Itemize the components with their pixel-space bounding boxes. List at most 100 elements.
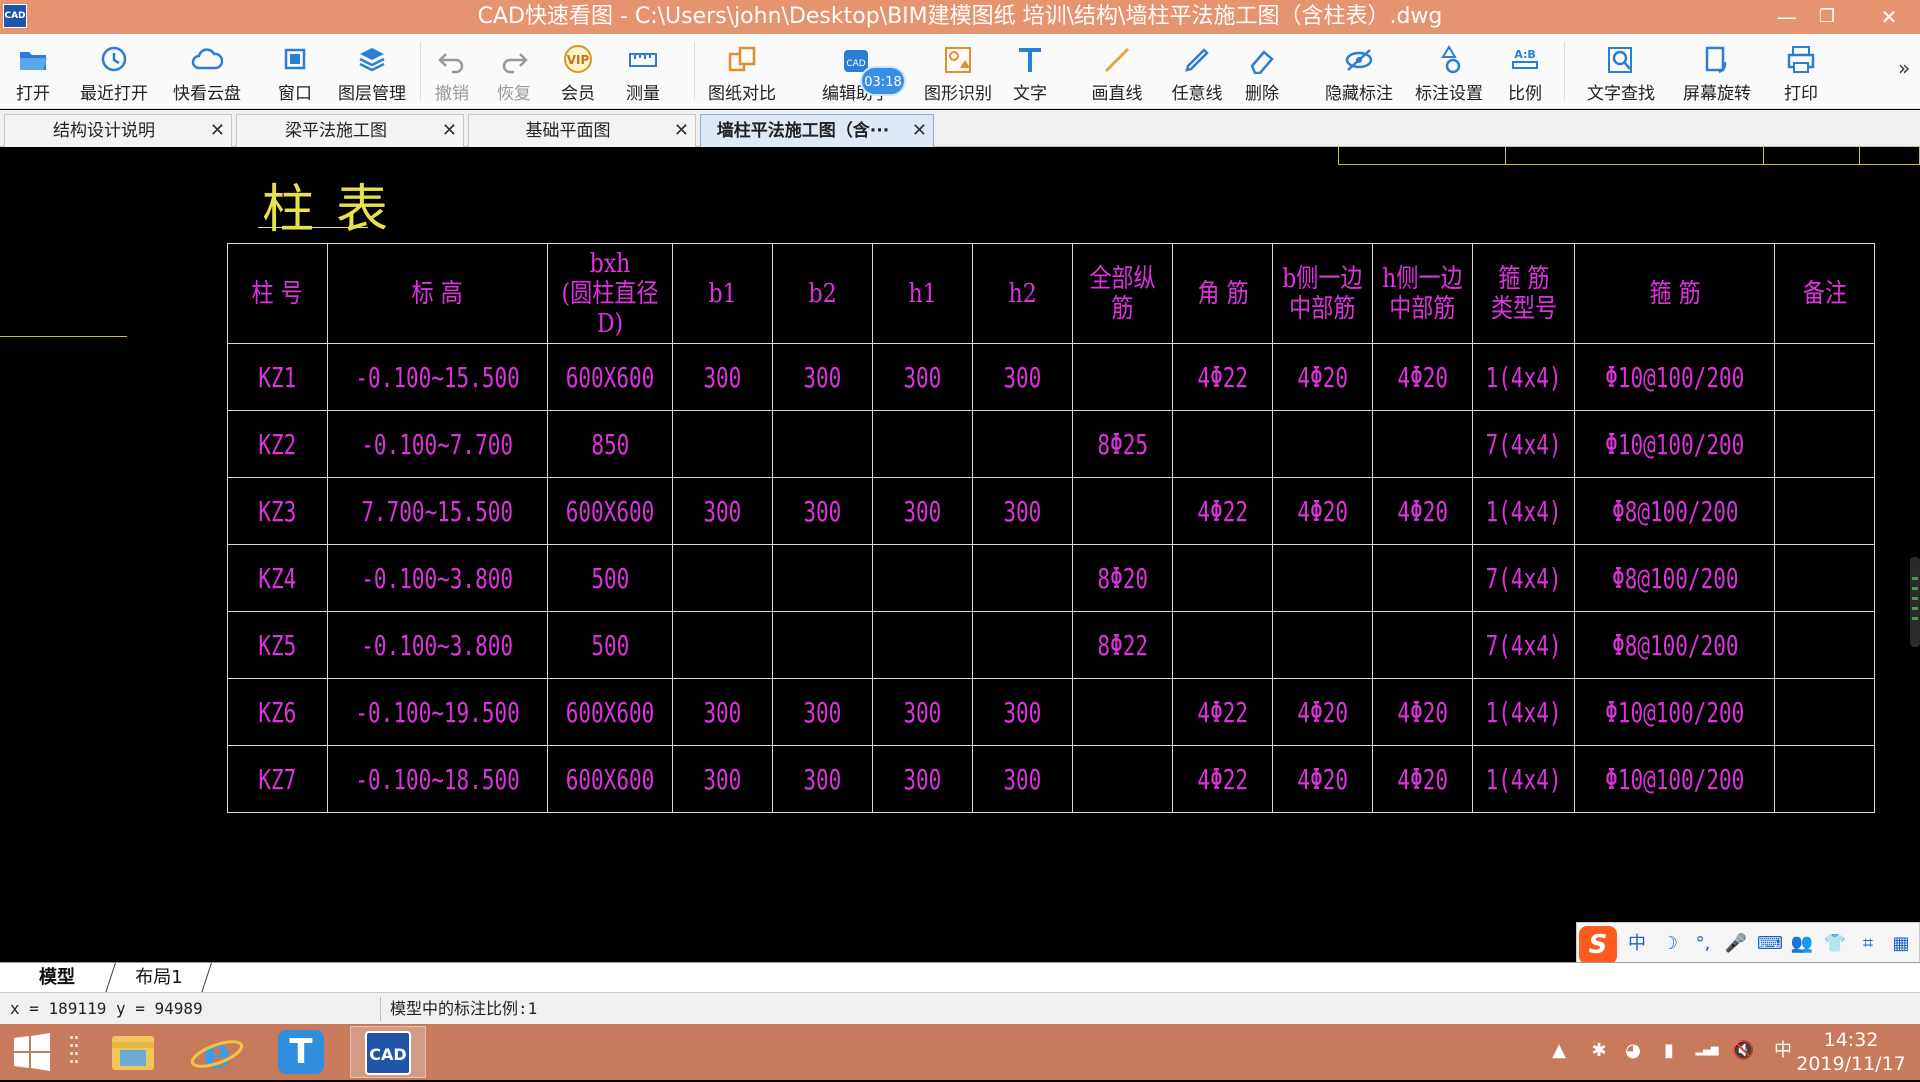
clock[interactable]: 14:32 2019/11/17 [1786, 1028, 1916, 1076]
table-header-cell: b侧一边 中部筋 [1272, 243, 1374, 344]
tray-expand-icon[interactable]: ▲ [1548, 1038, 1570, 1064]
ime-toolbar: S 中 ☽ °, 🎤 ⌨ 👥 👕 ⌗ ▦ [1576, 922, 1920, 966]
cell-text: 600X600 [565, 360, 655, 394]
tool-undo-button[interactable]: 撤销 [430, 34, 474, 109]
tool-shape-recognition-button[interactable]: 图形识别 [916, 34, 1000, 109]
tray-wechat-icon[interactable]: ◕ [1622, 1038, 1644, 1064]
table-cell: 300 [772, 477, 874, 545]
tool-vip-button[interactable]: VIP 会员 [556, 34, 600, 109]
tool-label: 最近打开 [80, 84, 148, 104]
user-icon[interactable]: 👥 [1790, 931, 1814, 957]
table-header-cell: h2 [972, 243, 1074, 344]
tray-bluetooth-icon[interactable]: ✱ [1588, 1038, 1610, 1064]
tool-text-search-button[interactable]: 文字查找 [1574, 34, 1668, 109]
internet-explorer-icon[interactable]: e [184, 1026, 250, 1079]
tool-line-button[interactable]: 画直线 [1080, 34, 1154, 109]
tool-annotation-settings-button[interactable]: 标注设置 [1402, 34, 1496, 109]
skin-icon[interactable]: 👕 [1823, 931, 1847, 957]
punctuation-icon[interactable]: °, [1691, 931, 1715, 957]
sogou-logo-icon[interactable]: S [1579, 926, 1617, 964]
table-cell [1372, 544, 1474, 612]
undo-icon [436, 44, 468, 74]
tool-compare-button[interactable]: 图纸对比 [700, 34, 784, 109]
microphone-icon[interactable]: 🎤 [1724, 931, 1748, 957]
tool-folder-open-button[interactable]: 打开 [8, 34, 58, 109]
tab-structure-notes[interactable]: 结构设计说明 ✕ [4, 114, 232, 147]
keyboard-icon[interactable]: ⌨ [1757, 931, 1783, 957]
header-text: 备注 [1802, 278, 1847, 309]
tab-close-icon[interactable]: ✕ [210, 115, 225, 147]
tab-label: 基础平面图 [525, 121, 611, 141]
cad-app-icon[interactable]: CAD [350, 1026, 426, 1078]
tab-layout1[interactable]: 布局1 [114, 963, 204, 993]
tool-rotate-screen-button[interactable]: 屏幕旋转 [1670, 34, 1764, 109]
tool-print-button[interactable]: 打印 [1776, 34, 1826, 109]
tool-freehand-button[interactable]: 任意线 [1160, 34, 1234, 109]
table-cell: KZ5 [227, 611, 328, 679]
table-cell [1372, 410, 1474, 478]
table-cell [1774, 477, 1876, 545]
tab-close-icon[interactable]: ✕ [912, 115, 927, 147]
chinese-mode-icon[interactable]: 中 [1625, 931, 1649, 957]
table-header-cell: 柱 号 [227, 243, 328, 344]
drawing-canvas[interactable]: 柱表 柱 号 标 高 bxh (圆柱直径D) b1 b2 h1 h2 全部纵筋 角 筋 b侧一边 … [0, 147, 1920, 962]
maximize-button[interactable]: ❐ [1804, 0, 1850, 34]
table-cell: 7.700~15.500 [326, 477, 549, 545]
table-header-cell: 箍 筋 [1574, 243, 1776, 344]
tool-label: 撤销 [435, 84, 469, 104]
tab-beam-plan[interactable]: 梁平法施工图 ✕ [236, 114, 464, 147]
tab-label: 墙柱平法施工图（含··· [716, 121, 890, 141]
tool-cloud-button[interactable]: 快看云盘 [170, 34, 244, 109]
text-app-icon[interactable]: T [268, 1026, 334, 1078]
tool-ruler-button[interactable]: 测量 [618, 34, 668, 109]
table-cell: 1(4x4) [1472, 343, 1576, 411]
tab-wall-column-plan[interactable]: 墙柱平法施工图（含··· ✕ [700, 114, 934, 147]
tray-volume-muted-icon[interactable]: 🔇 [1732, 1038, 1754, 1064]
tool-redo-button[interactable]: 恢复 [492, 34, 536, 109]
tab-model[interactable]: 模型 [12, 963, 102, 993]
tool-window-button[interactable]: 窗口 [270, 34, 320, 109]
tool-eraser-button[interactable]: 删除 [1240, 34, 1284, 109]
table-cell: 8Φ22 [1072, 611, 1174, 679]
table-cell: 600X600 [547, 343, 674, 411]
table-cell: -0.100~15.500 [326, 343, 549, 411]
table-cell [1172, 611, 1274, 679]
print-icon [1785, 44, 1817, 74]
cell-text: 4Φ20 [1397, 695, 1448, 729]
cell-text: 7(4x4) [1485, 628, 1562, 662]
table-header-cell: 箍 筋 类型号 [1472, 243, 1576, 344]
tool-history-button[interactable]: 最近打开 [72, 34, 156, 109]
cell-text: 300 [903, 762, 942, 796]
tool-hide-annotation-button[interactable]: 隐藏标注 [1312, 34, 1406, 109]
cell-text: 4Φ20 [1297, 494, 1348, 528]
tool-text-button[interactable]: 文字 [1008, 34, 1052, 109]
crop-icon[interactable]: ⌗ [1856, 931, 1880, 957]
cad-app-glyph: CAD [365, 1031, 411, 1075]
header-text: bxh (圆柱直径D) [561, 248, 659, 339]
cell-text: -0.100~15.500 [355, 360, 520, 394]
table-cell: 300 [672, 678, 774, 746]
toolbar-overflow-button[interactable]: » [1898, 56, 1910, 80]
cell-text: 300 [1003, 695, 1042, 729]
cell-text: 4Φ20 [1297, 360, 1348, 394]
file-explorer-icon[interactable] [100, 1026, 166, 1078]
close-button[interactable]: ✕ [1858, 0, 1920, 34]
tab-label: 梁平法施工图 [285, 121, 387, 141]
cell-text: 300 [903, 360, 942, 394]
tab-close-icon[interactable]: ✕ [674, 115, 689, 147]
table-cell [972, 611, 1074, 679]
table-cell [1272, 544, 1374, 612]
cell-text: 4Φ20 [1397, 494, 1448, 528]
tray-battery-icon[interactable]: ▮ [1658, 1038, 1680, 1064]
tool-layers-button[interactable]: 图层管理 [330, 34, 414, 109]
tool-scale-button[interactable]: A:B 比例 [1500, 34, 1550, 109]
grid-icon[interactable]: ▦ [1889, 931, 1913, 957]
table-cell: -0.100~7.700 [326, 410, 549, 478]
table-cell [1172, 544, 1274, 612]
scroll-grip[interactable] [1910, 557, 1920, 647]
moon-icon[interactable]: ☽ [1658, 931, 1682, 957]
tab-close-icon[interactable]: ✕ [442, 115, 457, 147]
tray-network-icon[interactable]: ▂▄▆ [1692, 1038, 1722, 1064]
start-button[interactable] [10, 1026, 56, 1078]
tab-foundation-plan[interactable]: 基础平面图 ✕ [468, 114, 696, 147]
